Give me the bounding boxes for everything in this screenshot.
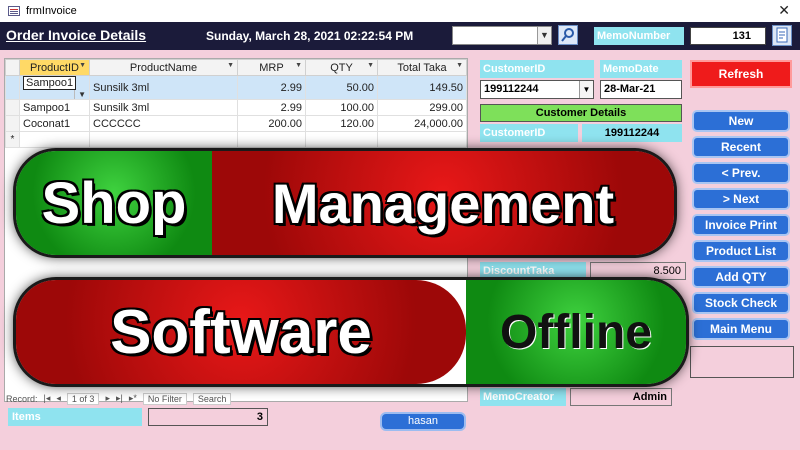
cell-qty[interactable]: 50.00 (305, 75, 378, 100)
banner-word-offline: Offline (466, 280, 686, 384)
filter-indicator[interactable]: No Filter (142, 392, 187, 405)
banner-shop-management: Shop Management (16, 151, 674, 255)
cell-productname[interactable]: CCCCCC (89, 115, 238, 132)
prev-record-icon[interactable]: ◂ (56, 393, 61, 404)
customer-id-value: 199112244 (484, 83, 539, 95)
column-header-productid[interactable]: ProductID ▼ (19, 59, 90, 76)
window-titlebar: frmInvoice ✕ (0, 0, 800, 22)
chevron-down-icon: ▼ (74, 90, 86, 99)
memo-search-combo[interactable]: ▼ (452, 26, 552, 45)
cell-total[interactable]: 24,000.00 (377, 115, 467, 132)
column-header-qty[interactable]: QTY ▼ (305, 59, 378, 76)
new-row[interactable]: * (5, 131, 467, 148)
banner-word-shop: Shop (16, 151, 212, 255)
cell-qty[interactable] (305, 131, 378, 148)
cell-productid[interactable]: Sampoo1 (19, 99, 90, 116)
table-row[interactable]: Coconat1 CCCCCC 200.00 120.00 24,000.00 (5, 115, 467, 132)
chevron-down-icon[interactable]: ▼ (579, 81, 593, 98)
memo-number-field[interactable]: 131 (690, 27, 766, 45)
product-list-button[interactable]: Product List (692, 240, 790, 262)
memo-creator-field: Admin (570, 388, 672, 406)
table-row[interactable]: Sampoo1 ▼ Sunsilk 3ml 2.99 50.00 149.50 (5, 75, 467, 100)
column-header-mrp[interactable]: MRP ▼ (237, 59, 306, 76)
document-icon (776, 27, 788, 43)
banner-software-offline: Software Offline (16, 280, 686, 384)
last-record-icon[interactable]: ▸| (116, 393, 123, 404)
datasheet-search-input[interactable]: Search (192, 392, 232, 405)
banner-word-management: Management (212, 151, 674, 255)
cell-productname[interactable]: Sunsilk 3ml (89, 75, 238, 100)
refresh-button[interactable]: Refresh (690, 60, 792, 88)
prev-button[interactable]: < Prev. (692, 162, 790, 184)
cell-productid[interactable]: Coconat1 (19, 115, 90, 132)
cell-total[interactable]: 299.00 (377, 99, 467, 116)
recent-button[interactable]: Recent (692, 136, 790, 158)
table-row[interactable]: Sampoo1 Sunsilk 3ml 2.99 100.00 299.00 (5, 99, 467, 116)
memo-number-label: MemoNumber (594, 27, 684, 45)
column-header-total[interactable]: Total Taka ▼ (377, 59, 467, 76)
record-navigator: Record: |◂ ◂ 1 of 3 ▸ ▸| ▸* No Filter Se… (6, 392, 466, 405)
search-icon (561, 28, 574, 42)
row-selector[interactable] (5, 99, 20, 116)
datetime-display: Sunday, March 28, 2021 02:22:54 PM (206, 29, 414, 43)
cell-productid[interactable] (19, 131, 90, 148)
record-label: Record: (6, 393, 38, 404)
items-count: 3 (148, 408, 268, 426)
cell-mrp[interactable]: 2.99 (237, 99, 306, 116)
window-title: frmInvoice (26, 5, 77, 17)
memo-date-field[interactable]: 28-Mar-21 (600, 80, 682, 99)
main-menu-button[interactable]: Main Menu (692, 318, 790, 340)
next-button[interactable]: > Next (692, 188, 790, 210)
chevron-down-icon[interactable]: ▼ (537, 27, 551, 44)
form-header: Order Invoice Details Sunday, March 28, … (0, 22, 800, 50)
cell-mrp[interactable]: 2.99 (237, 75, 306, 100)
next-record-icon[interactable]: ▸ (105, 393, 110, 404)
document-button[interactable] (772, 25, 792, 46)
customer-id-combo[interactable]: 199112244 ▼ (480, 80, 594, 99)
cell-productname[interactable] (89, 131, 238, 148)
memo-date-label: MemoDate (600, 60, 682, 78)
stock-check-button[interactable]: Stock Check (692, 292, 790, 314)
invoice-print-button[interactable]: Invoice Print (692, 214, 790, 236)
customer-details-header: Customer Details (480, 104, 682, 122)
new-row-marker: * (5, 131, 20, 148)
discount-label: DiscountTaka (480, 262, 586, 280)
cell-mrp[interactable] (237, 131, 306, 148)
cell-productname[interactable]: Sunsilk 3ml (89, 99, 238, 116)
detail-customer-id-value: 199112244 (582, 124, 682, 142)
row-selector[interactable] (5, 115, 20, 132)
column-header-productname[interactable]: ProductName ▼ (89, 59, 238, 76)
items-label: Items (8, 408, 142, 426)
cell-total[interactable]: 149.50 (377, 75, 467, 100)
close-icon[interactable]: ✕ (778, 2, 790, 19)
detail-customer-id-label: CustomerID (480, 124, 578, 142)
cell-total[interactable] (377, 131, 467, 148)
search-button[interactable] (558, 25, 578, 45)
form-icon (8, 6, 20, 16)
new-record-icon[interactable]: ▸* (129, 393, 137, 404)
banner-word-software: Software (16, 280, 466, 384)
memo-creator-label: MemoCreator (480, 388, 566, 406)
cell-qty[interactable]: 120.00 (305, 115, 378, 132)
row-selector-header[interactable] (5, 59, 20, 76)
cell-productid[interactable]: Sampoo1 ▼ (19, 75, 90, 100)
cell-qty[interactable]: 100.00 (305, 99, 378, 116)
discount-field[interactable]: 8.500 (590, 262, 686, 280)
current-user-badge[interactable]: hasan (380, 412, 466, 431)
page-title: Order Invoice Details (6, 27, 147, 43)
first-record-icon[interactable]: |◂ (44, 393, 51, 404)
customer-id-label: CustomerID (480, 60, 594, 78)
info-box (690, 346, 794, 378)
new-button[interactable]: New (692, 110, 790, 132)
record-position[interactable]: 1 of 3 (66, 392, 100, 405)
row-selector[interactable] (5, 75, 20, 100)
add-qty-button[interactable]: Add QTY (692, 266, 790, 288)
cell-mrp[interactable]: 200.00 (237, 115, 306, 132)
